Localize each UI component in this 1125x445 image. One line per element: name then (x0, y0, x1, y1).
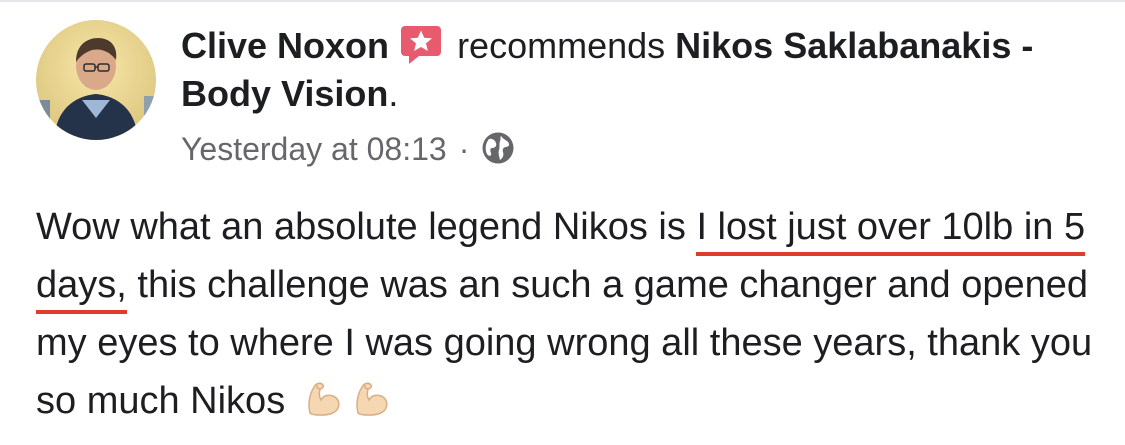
post-text-start: Wow what an absolute legend Nikos is (36, 206, 697, 248)
post-header: Clive Noxon recommends Nikos Saklabanaki… (181, 22, 1101, 118)
post-body: Wow what an absolute legend Nikos is I l… (36, 198, 1101, 430)
post-timestamp[interactable]: Yesterday at 08:13 (181, 131, 447, 167)
flexed-biceps-emoji-icon (302, 377, 344, 419)
post-text-end: this challenge was an such a game change… (36, 264, 1093, 422)
recommend-star-icon (399, 22, 443, 66)
post-meta: Yesterday at 08:13 · (181, 126, 515, 172)
flexed-biceps-emoji-icon (350, 377, 392, 419)
author-name[interactable]: Clive Noxon (181, 25, 389, 66)
avatar[interactable] (36, 20, 156, 140)
header-period: . (388, 73, 399, 114)
recommends-text: recommends (457, 25, 666, 66)
meta-separator: · (458, 131, 470, 167)
globe-icon[interactable] (481, 131, 515, 165)
top-divider (0, 0, 1125, 2)
